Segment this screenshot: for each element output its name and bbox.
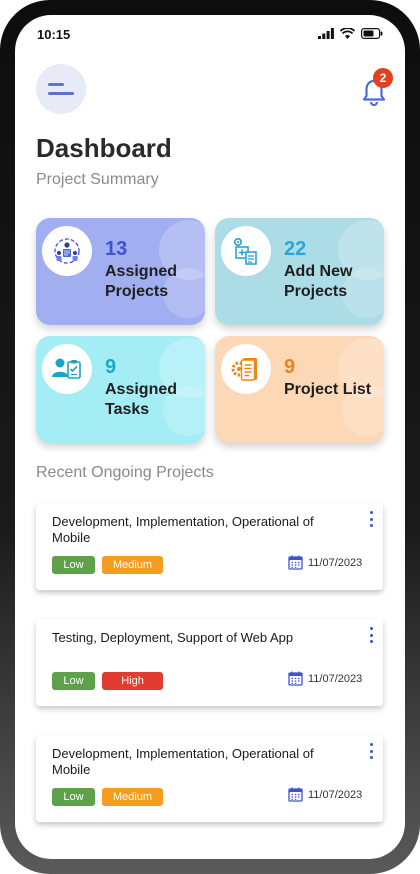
date-text: 11/07/2023 bbox=[308, 788, 363, 801]
add-project-icon bbox=[234, 237, 257, 265]
card-icon-holder bbox=[221, 344, 271, 394]
status-time: 10:15 bbox=[37, 27, 71, 42]
card-icon-holder bbox=[42, 226, 92, 276]
project-name: Testing, Deployment, Support of Web App bbox=[52, 630, 294, 645]
priority-tag: Medium bbox=[102, 556, 163, 574]
card-count: 22 bbox=[284, 238, 307, 260]
task-assign-icon bbox=[52, 358, 81, 379]
project-name: Development, Implementation, Operational… bbox=[52, 514, 314, 545]
card-icon-holder bbox=[42, 344, 92, 394]
card-label: Assigned Tasks bbox=[105, 381, 178, 418]
calendar-icon bbox=[288, 787, 303, 802]
battery-icon bbox=[361, 28, 383, 39]
app-screen: 10:15 2 Dashboard Project Summary 13 Ass… bbox=[15, 15, 405, 859]
date-text: 11/07/2023 bbox=[308, 556, 363, 569]
project-date: 11/07/2023 bbox=[288, 787, 362, 802]
priority-tag: Medium bbox=[102, 788, 163, 806]
section-title-recent: Recent Ongoing Projects bbox=[36, 464, 214, 481]
menu-icon-line bbox=[48, 92, 74, 95]
project-date: 11/07/2023 bbox=[288, 555, 362, 570]
priority-tag: High bbox=[102, 672, 163, 690]
project-card[interactable]: Development, Implementation, Operational… bbox=[36, 503, 383, 590]
menu-button[interactable] bbox=[36, 64, 86, 114]
card-icon-holder bbox=[221, 226, 271, 276]
summary-card-assigned-tasks[interactable]: 9 Assigned Tasks bbox=[36, 336, 205, 443]
card-label: Project List bbox=[284, 381, 372, 398]
card-count: 9 bbox=[284, 356, 296, 378]
more-options-icon[interactable] bbox=[367, 511, 375, 527]
status-icons bbox=[318, 28, 383, 39]
team-icon bbox=[54, 238, 80, 264]
phone-frame: 10:15 2 Dashboard Project Summary 13 Ass… bbox=[0, 0, 420, 874]
calendar-icon bbox=[288, 671, 303, 686]
document-gear-icon bbox=[231, 358, 257, 381]
wifi-icon bbox=[340, 28, 355, 39]
project-card[interactable]: Testing, Deployment, Support of Web App … bbox=[36, 619, 383, 706]
card-label: Assigned Projects bbox=[105, 263, 178, 300]
status-bar: 10:15 bbox=[15, 15, 405, 53]
priority-tag: Low bbox=[52, 556, 95, 574]
project-card[interactable]: Development, Implementation, Operational… bbox=[36, 735, 383, 822]
summary-card-assigned-projects[interactable]: 13 Assigned Projects bbox=[36, 218, 205, 325]
date-text: 11/07/2023 bbox=[308, 672, 363, 685]
project-date: 11/07/2023 bbox=[288, 671, 362, 686]
notification-badge: 2 bbox=[373, 68, 393, 88]
summary-card-project-list[interactable]: 9 Project List bbox=[215, 336, 384, 443]
more-options-icon[interactable] bbox=[367, 743, 375, 759]
priority-tag: Low bbox=[52, 788, 95, 806]
card-count: 9 bbox=[105, 356, 117, 378]
card-count: 13 bbox=[105, 238, 128, 260]
summary-card-add-new-projects[interactable]: 22 Add New Projects bbox=[215, 218, 384, 325]
card-label: Add New Projects bbox=[284, 263, 353, 300]
page-title: Dashboard bbox=[36, 133, 172, 163]
signal-icon bbox=[318, 28, 334, 39]
calendar-icon bbox=[288, 555, 303, 570]
priority-tag: Low bbox=[52, 672, 95, 690]
project-name: Development, Implementation, Operational… bbox=[52, 746, 314, 777]
more-options-icon[interactable] bbox=[367, 627, 375, 643]
menu-icon-line bbox=[48, 83, 64, 86]
page-subtitle: Project Summary bbox=[36, 171, 159, 188]
